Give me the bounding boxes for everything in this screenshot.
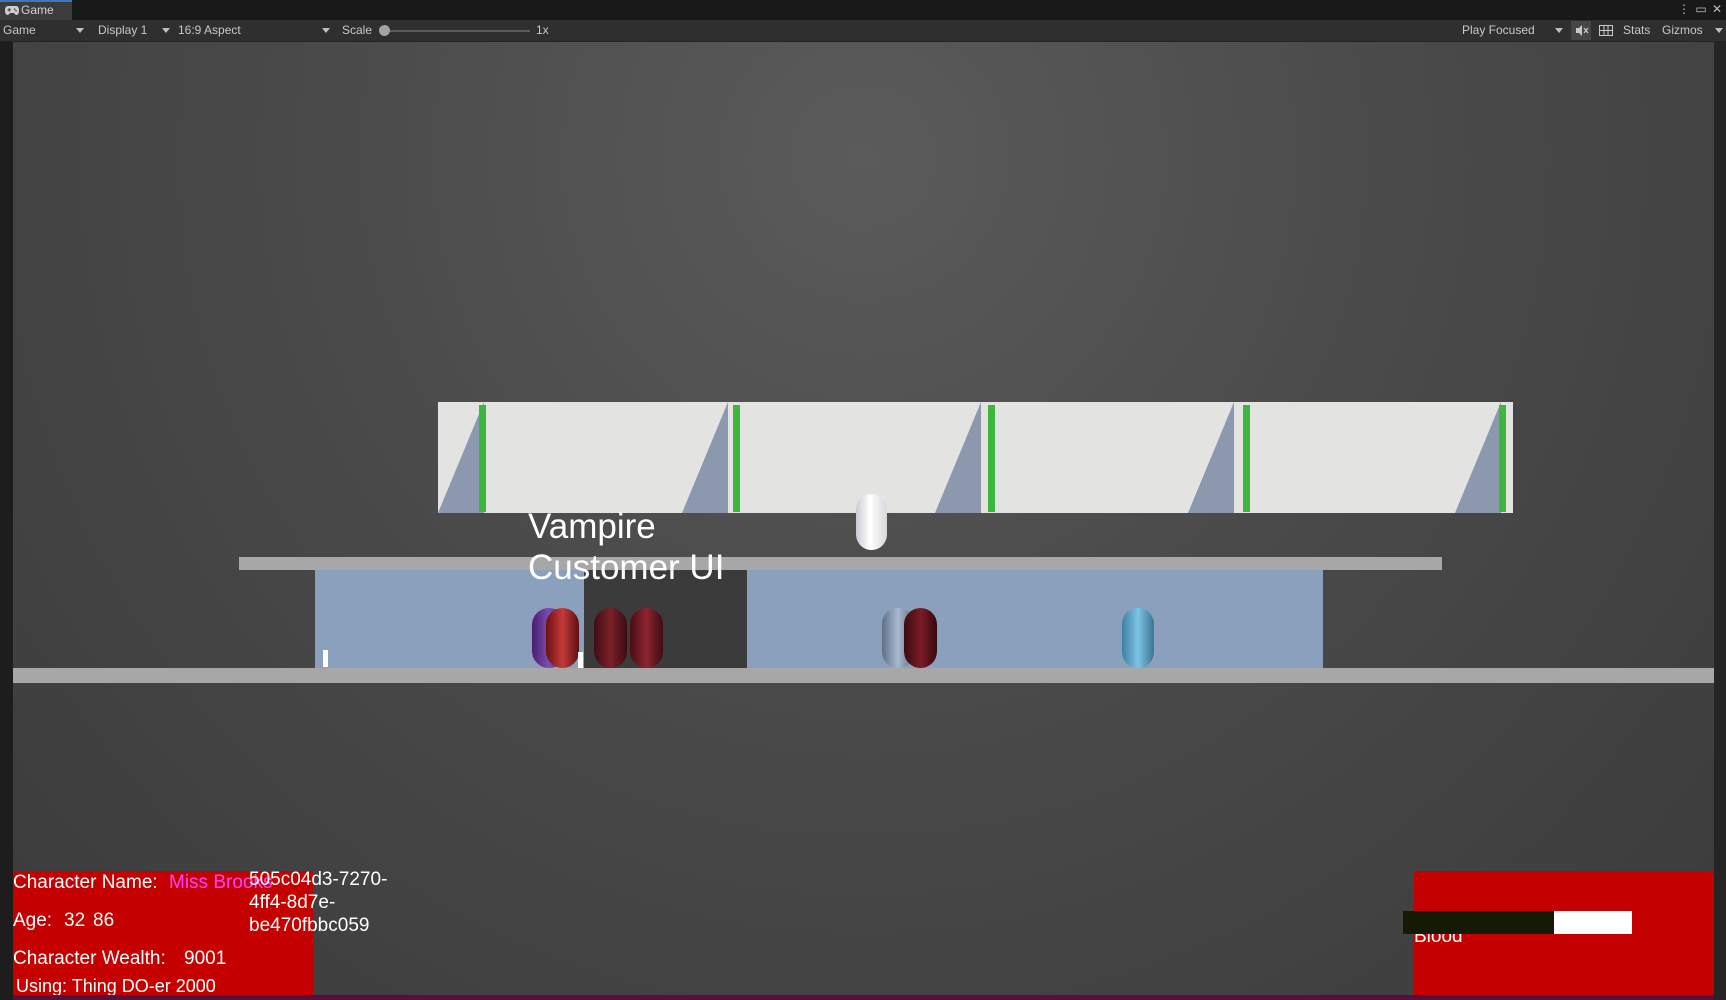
wall-shadow	[1188, 402, 1234, 513]
white-marker	[323, 650, 328, 667]
display-select-value: Display 1	[98, 23, 148, 37]
editor-tab-bar: Game ⋮ ▭ ✕	[0, 0, 1726, 20]
white-capsule-character	[856, 494, 887, 550]
character-guid: 505c04d3-7270- 4ff4-8d7e- be470fbbc059	[249, 868, 419, 937]
guid-line: 4ff4-8d7e-	[249, 892, 336, 913]
green-post	[479, 405, 486, 512]
viewport-bottom-edge	[13, 995, 1714, 1000]
tab-game-label: Game	[21, 3, 54, 17]
scale-label: Scale	[342, 23, 373, 37]
character-wealth-label: Character Wealth:	[13, 948, 166, 969]
guid-line: 505c04d3-7270-	[249, 869, 388, 890]
blue-capsule-customer	[1122, 608, 1154, 668]
left-border	[0, 42, 13, 1000]
chevron-down-icon	[162, 28, 170, 33]
using-item-text: Using: Thing DO-er 2000	[16, 976, 216, 996]
green-post	[1499, 405, 1506, 512]
grid-button[interactable]	[1596, 21, 1616, 40]
blood-bar-fill	[1554, 911, 1632, 934]
wall-shadow	[935, 402, 981, 513]
game-viewport[interactable]: Vampire Customer UI Character Name: Miss…	[13, 42, 1714, 1000]
view-select-value: Game	[3, 23, 36, 37]
scale-slider-track[interactable]	[381, 30, 530, 32]
aspect-select-value: 16:9 Aspect	[178, 23, 241, 37]
scale-value: 1x	[536, 23, 549, 37]
wall-shadow	[682, 402, 728, 513]
view-select[interactable]: Game	[3, 20, 87, 41]
scene-layer: Vampire Customer UI Character Name: Miss…	[13, 42, 1714, 1000]
more-options-icon[interactable]: ⋮	[1677, 1, 1691, 17]
vampire-customer-ui-label: Vampire Customer UI	[528, 507, 725, 587]
gizmos-button[interactable]: Gizmos	[1662, 20, 1724, 41]
chevron-down-icon	[76, 28, 84, 33]
dark-red-capsule-customer	[630, 608, 663, 668]
play-mode-select[interactable]: Play Focused	[1462, 20, 1566, 41]
speaker-off-icon	[1576, 25, 1589, 36]
play-mode-select-value: Play Focused	[1462, 23, 1535, 37]
grid-icon	[1599, 25, 1613, 36]
right-border	[1714, 42, 1726, 1000]
wall-shadow	[1455, 402, 1501, 513]
mute-audio-button[interactable]	[1571, 21, 1591, 40]
chevron-down-icon	[322, 28, 330, 33]
lower-room-right	[747, 570, 1323, 668]
scale-slider-thumb[interactable]	[379, 25, 390, 36]
tab-game[interactable]: Game	[0, 0, 72, 20]
character-name-label: Character Name:	[13, 872, 158, 893]
character-wealth-value: 9001	[184, 948, 227, 969]
display-select[interactable]: Display 1	[98, 20, 170, 41]
stats-button[interactable]: Stats	[1623, 20, 1650, 41]
age-value: 32	[64, 910, 86, 931]
green-post	[988, 405, 995, 512]
close-icon[interactable]: ✕	[1710, 1, 1724, 17]
maximize-icon[interactable]: ▭	[1694, 1, 1708, 17]
upper-floor-slab	[239, 557, 1442, 570]
red-capsule-customer	[546, 608, 579, 668]
green-post	[1243, 405, 1250, 512]
age-secondary-value: 86	[93, 910, 115, 931]
chevron-down-icon	[1555, 28, 1563, 33]
game-view-toolbar: Game Display 1 16:9 Aspect Scale 1x Play…	[0, 20, 1726, 42]
chevron-down-icon	[1715, 28, 1723, 33]
gamepad-icon	[5, 6, 19, 15]
age-label: Age:	[13, 910, 53, 931]
gizmos-label: Gizmos	[1662, 23, 1703, 37]
wall-shadow	[438, 402, 484, 513]
upper-floor-wall	[438, 402, 1513, 513]
ground-floor-slab	[13, 668, 1714, 683]
guid-line: be470fbbc059	[249, 915, 370, 936]
white-marker	[578, 652, 583, 668]
aspect-select[interactable]: 16:9 Aspect	[178, 20, 333, 41]
dark-red-capsule-customer	[594, 608, 627, 668]
dark-red-capsule-customer	[904, 608, 937, 668]
green-post	[733, 405, 740, 512]
